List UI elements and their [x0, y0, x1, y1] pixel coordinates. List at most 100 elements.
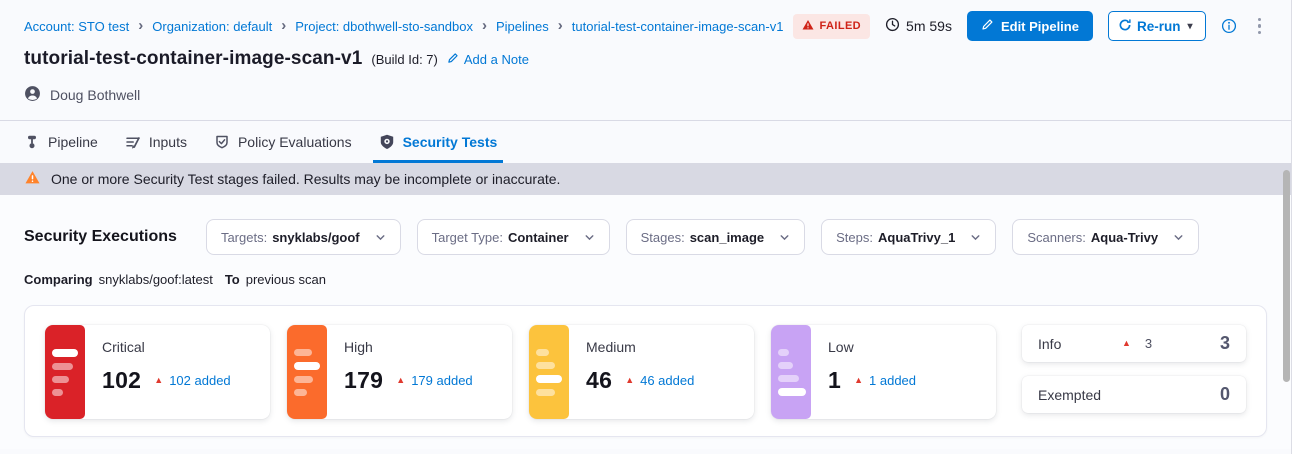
up-triangle-icon: ▲ — [1122, 339, 1131, 348]
severity-bar-line — [536, 375, 562, 383]
comparing-label: Comparing — [24, 272, 93, 287]
filter-value: AquaTrivy_1 — [878, 230, 955, 245]
pipeline-icon — [24, 134, 40, 150]
breadcrumb-link-organization[interactable]: Organization: default — [152, 19, 272, 34]
tab-policy-evaluations[interactable]: Policy Evaluations — [214, 121, 352, 163]
filter-scanners--dropdown[interactable]: Scanners: Aqua-Trivy — [1012, 219, 1199, 255]
tab-label: Pipeline — [48, 134, 98, 150]
build-id: (Build Id: 7) — [371, 52, 437, 67]
pipeline-execution-page: Account: STO test › Organization: default ›… — [0, 0, 1292, 454]
severity-delta-label: 46 added — [640, 373, 694, 388]
rerun-button[interactable]: Re-run ▾ — [1108, 11, 1206, 41]
clock-icon — [885, 17, 900, 35]
summary-label: Exempted — [1038, 387, 1122, 403]
duration: 5m 59s — [885, 17, 952, 35]
kebab-menu-icon[interactable] — [1252, 14, 1268, 39]
severity-count: 46 — [586, 367, 612, 394]
edit-pipeline-button[interactable]: Edit Pipeline — [967, 11, 1093, 41]
tab-security-tests[interactable]: Security Tests — [379, 121, 498, 163]
severity-delta: ▲179 added — [396, 373, 472, 388]
severity-bar-line — [294, 349, 312, 356]
filter-label: Steps: — [836, 230, 873, 245]
filter-value: Aqua-Trivy — [1091, 230, 1158, 245]
severity-summary-panel: Critical102▲102 addedHigh179▲179 addedMe… — [24, 305, 1267, 437]
severity-bar-chart-icon — [771, 325, 811, 419]
breadcrumb-link-account[interactable]: Account: STO test — [24, 19, 129, 34]
comparing-to-label: To — [225, 272, 240, 287]
inputs-icon — [125, 134, 141, 150]
chevron-down-icon — [969, 231, 982, 244]
severity-bar-line — [52, 349, 78, 357]
severity-bar-line — [52, 376, 69, 383]
tab-pipeline[interactable]: Pipeline — [24, 121, 98, 163]
tab-label: Inputs — [149, 134, 187, 150]
filter-stages--dropdown[interactable]: Stages:scan_image — [626, 219, 806, 255]
filter-steps--dropdown[interactable]: Steps: AquaTrivy_1 — [821, 219, 996, 255]
filter-target-type--dropdown[interactable]: Target Type: Container — [417, 219, 610, 255]
security-tests-panel: Security Executions Targets:snyklabs/goo… — [0, 195, 1291, 449]
severity-label: Medium — [586, 339, 740, 355]
add-note-label: Add a Note — [464, 52, 529, 67]
severity-bar-line — [52, 389, 63, 396]
pencil-icon — [981, 18, 994, 34]
warning-triangle-icon — [802, 19, 814, 34]
chevron-down-icon — [583, 231, 596, 244]
breadcrumb-separator-icon: › — [138, 18, 143, 35]
rerun-label: Re-run — [1137, 19, 1181, 34]
info-circle-icon[interactable] — [1221, 18, 1237, 34]
chevron-down-icon — [374, 231, 387, 244]
status-badge: FAILED — [793, 14, 871, 39]
status-badge-label: FAILED — [820, 20, 862, 32]
rerun-caret-icon[interactable]: ▾ — [1184, 19, 1195, 34]
vertical-scrollbar[interactable] — [1283, 170, 1290, 382]
filter-bar: Targets:snyklabs/goof Target Type: Contain… — [206, 219, 1199, 255]
breadcrumb-separator-icon: › — [281, 18, 286, 35]
filter-value: Container — [508, 230, 569, 245]
severity-bar-line — [536, 389, 555, 396]
up-triangle-icon: ▲ — [396, 376, 405, 385]
breadcrumb-link-tutorial-test-container-image-scan-v1[interactable]: tutorial-test-container-image-scan-v1 — [572, 19, 784, 34]
filter-value: scan_image — [690, 230, 764, 245]
severity-card-critical: Critical102▲102 added — [45, 325, 270, 419]
severity-label: High — [344, 339, 498, 355]
summary-count: 3 — [1220, 333, 1230, 354]
summary-cards-column: Info▲33Exempted0 — [1022, 325, 1246, 417]
execution-header: Account: STO test › Organization: default ›… — [0, 0, 1291, 120]
severity-delta-label: 102 added — [169, 373, 230, 388]
severity-bar-line — [778, 375, 799, 382]
warning-banner: One or more Security Test stages failed.… — [0, 163, 1291, 195]
filter-label: Scanners: — [1027, 230, 1086, 245]
severity-bar-line — [778, 388, 806, 396]
severity-bar-line — [52, 363, 73, 370]
summary-delta: ▲3 — [1122, 336, 1152, 351]
severity-cards-row: Critical102▲102 addedHigh179▲179 addedMe… — [45, 325, 996, 417]
filter-targets--dropdown[interactable]: Targets:snyklabs/goof — [206, 219, 401, 255]
tab-bar: Pipeline Inputs Policy Evaluations Security… — [0, 120, 1291, 163]
severity-delta-label: 1 added — [869, 373, 916, 388]
pencil-icon — [447, 52, 459, 67]
breadcrumb-separator-icon: › — [558, 18, 563, 35]
add-note-link[interactable]: Add a Note — [447, 52, 529, 67]
severity-count: 1 — [828, 367, 841, 394]
severity-bar-line — [294, 362, 320, 370]
tab-inputs[interactable]: Inputs — [125, 121, 187, 163]
severity-label: Critical — [102, 339, 256, 355]
tab-label: Policy Evaluations — [238, 134, 352, 150]
author-name: Doug Bothwell — [50, 87, 140, 103]
breadcrumb-separator-icon: › — [482, 18, 487, 35]
summary-label: Info — [1038, 336, 1122, 352]
breadcrumb-link-pipelines[interactable]: Pipelines — [496, 19, 549, 34]
tab-label: Security Tests — [403, 134, 498, 150]
severity-bar-chart-icon — [45, 325, 85, 419]
chevron-down-icon — [778, 231, 791, 244]
filter-label: Target Type: — [432, 230, 503, 245]
breadcrumb-link-project[interactable]: Project: dbothwell-sto-sandbox — [295, 19, 473, 34]
warning-banner-message: One or more Security Test stages failed.… — [51, 171, 560, 187]
filter-label: Targets: — [221, 230, 267, 245]
summary-count: 0 — [1220, 384, 1230, 405]
severity-delta: ▲ 102 added — [154, 373, 230, 388]
severity-bar-chart-icon — [529, 325, 569, 419]
policy-shield-check-icon — [214, 134, 230, 150]
up-triangle-icon: ▲ — [154, 376, 163, 385]
summary-delta-value: 3 — [1145, 336, 1152, 351]
